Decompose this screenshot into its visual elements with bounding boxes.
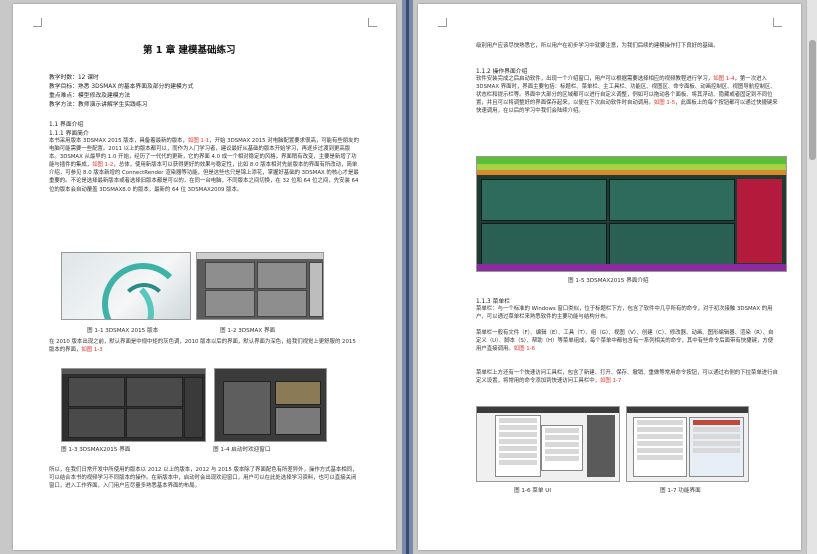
body-paragraph: 本书采用版本 3DSMAX 2015 版本，具备着最新的版本，如图 1-1，开始… — [49, 138, 359, 193]
section-heading: 1.1 界面介绍 — [49, 122, 84, 128]
figure-3dsmax-2015-dark-ui — [61, 368, 206, 442]
figure-caption: 图 1-5 3DSMAX2015 界面介绍 — [568, 278, 649, 284]
figure-3dsmax-2015-splash — [61, 252, 191, 320]
body-paragraph: 菜单栏一般有文件（F）、编辑（E）、工具（T）、组（G）、视图（V）、创建（C）… — [476, 330, 774, 353]
body-paragraph: 在 2010 版本出现之前，默认界面是中规中矩的灰色调，2010 版本以后的界面… — [49, 339, 356, 354]
meta-goals: 教学目标：熟悉 3DSMAX 的基本界面及部分的建模方式 — [49, 84, 194, 90]
right-page: 级别用户应该尽快熟悉它，所以用户在初步学习中就要注意，为我们后续的建模操作打下良… — [418, 4, 801, 550]
body-paragraph: 菜单栏上方还有一个快速访问工具栏，包含了新建、打开、保存、撤销、重做等常用命令按… — [476, 370, 778, 385]
meta-difficulty: 重点难点：模型修改及建模方法 — [49, 93, 131, 99]
subsection-heading: 1.1.2 操作界面介绍 — [476, 69, 528, 75]
crop-mark — [33, 18, 42, 27]
body-paragraph: 菜单栏：与一个标准的 Windows 窗口类似，位于标题栏下方，包含了软件中几乎… — [476, 306, 773, 321]
chapter-title: 第 1 章 建模基础练习 — [143, 45, 236, 56]
figure-ref: 如图 1-4 — [713, 76, 735, 82]
figure-function-interface — [626, 406, 749, 482]
continued-paragraph: 级别用户应该尽快熟悉它，所以用户在初步学习中就要注意，为我们后续的建模操作打下良… — [476, 43, 719, 49]
subsection-heading: 1.1.3 菜单栏 — [476, 299, 510, 305]
figure-caption: 图 1-7 功能界面 — [660, 488, 701, 494]
figure-ref: 如图 1-7 — [600, 378, 622, 385]
figure-ref: 如图 1-1 — [187, 138, 210, 144]
scrollbar-thumb[interactable] — [809, 40, 816, 160]
vertical-scrollbar[interactable] — [806, 0, 817, 554]
meta-method: 教学方法：教师演示讲解学生实践练习 — [49, 102, 148, 108]
figure-3dsmax-2015-interface-annotated — [476, 156, 787, 272]
crop-mark — [773, 18, 782, 27]
figure-menu-ui — [476, 406, 620, 482]
figure-caption: 图 1-2 3DSMAX 界面 — [220, 328, 276, 334]
crop-mark — [368, 18, 377, 27]
figure-ref: 如图 1-5 — [653, 100, 676, 107]
figure-caption: 图 1-3 3DSMAX2015 界面 — [61, 447, 131, 453]
page-divider — [406, 0, 409, 554]
left-page: 第 1 章 建模基础练习 教学时数：12 课时 教学目标：熟悉 3DSMAX 的… — [13, 4, 396, 550]
figure-caption: 图 1-4 启动时欢迎窗口 — [213, 447, 271, 453]
figure-ref: 如图 1-2 — [92, 162, 114, 169]
figure-caption: 图 1-1 3DSMAX 2015 版本 — [87, 328, 159, 334]
figure-welcome-window — [214, 368, 327, 442]
meta-hours: 教学时数：12 课时 — [49, 75, 99, 81]
figure-ref: 如图 1-6 — [513, 346, 536, 353]
figure-caption: 图 1-6 菜单 UI — [514, 488, 551, 494]
body-paragraph: 所以，在我们日常开发中所使用的版本以 2012 以上的版本，2012 与 201… — [49, 467, 358, 490]
subsection-heading: 1.1.1 界面简介 — [49, 131, 89, 137]
body-paragraph: 软件安装完成之后启动软件，出现一个介绍窗口，用户可以根据需要选择相应的视频教程进… — [476, 76, 778, 115]
figure-ref: 如图 1-3 — [81, 347, 103, 354]
crop-mark — [438, 18, 447, 27]
figure-3dsmax-interface — [196, 252, 324, 320]
